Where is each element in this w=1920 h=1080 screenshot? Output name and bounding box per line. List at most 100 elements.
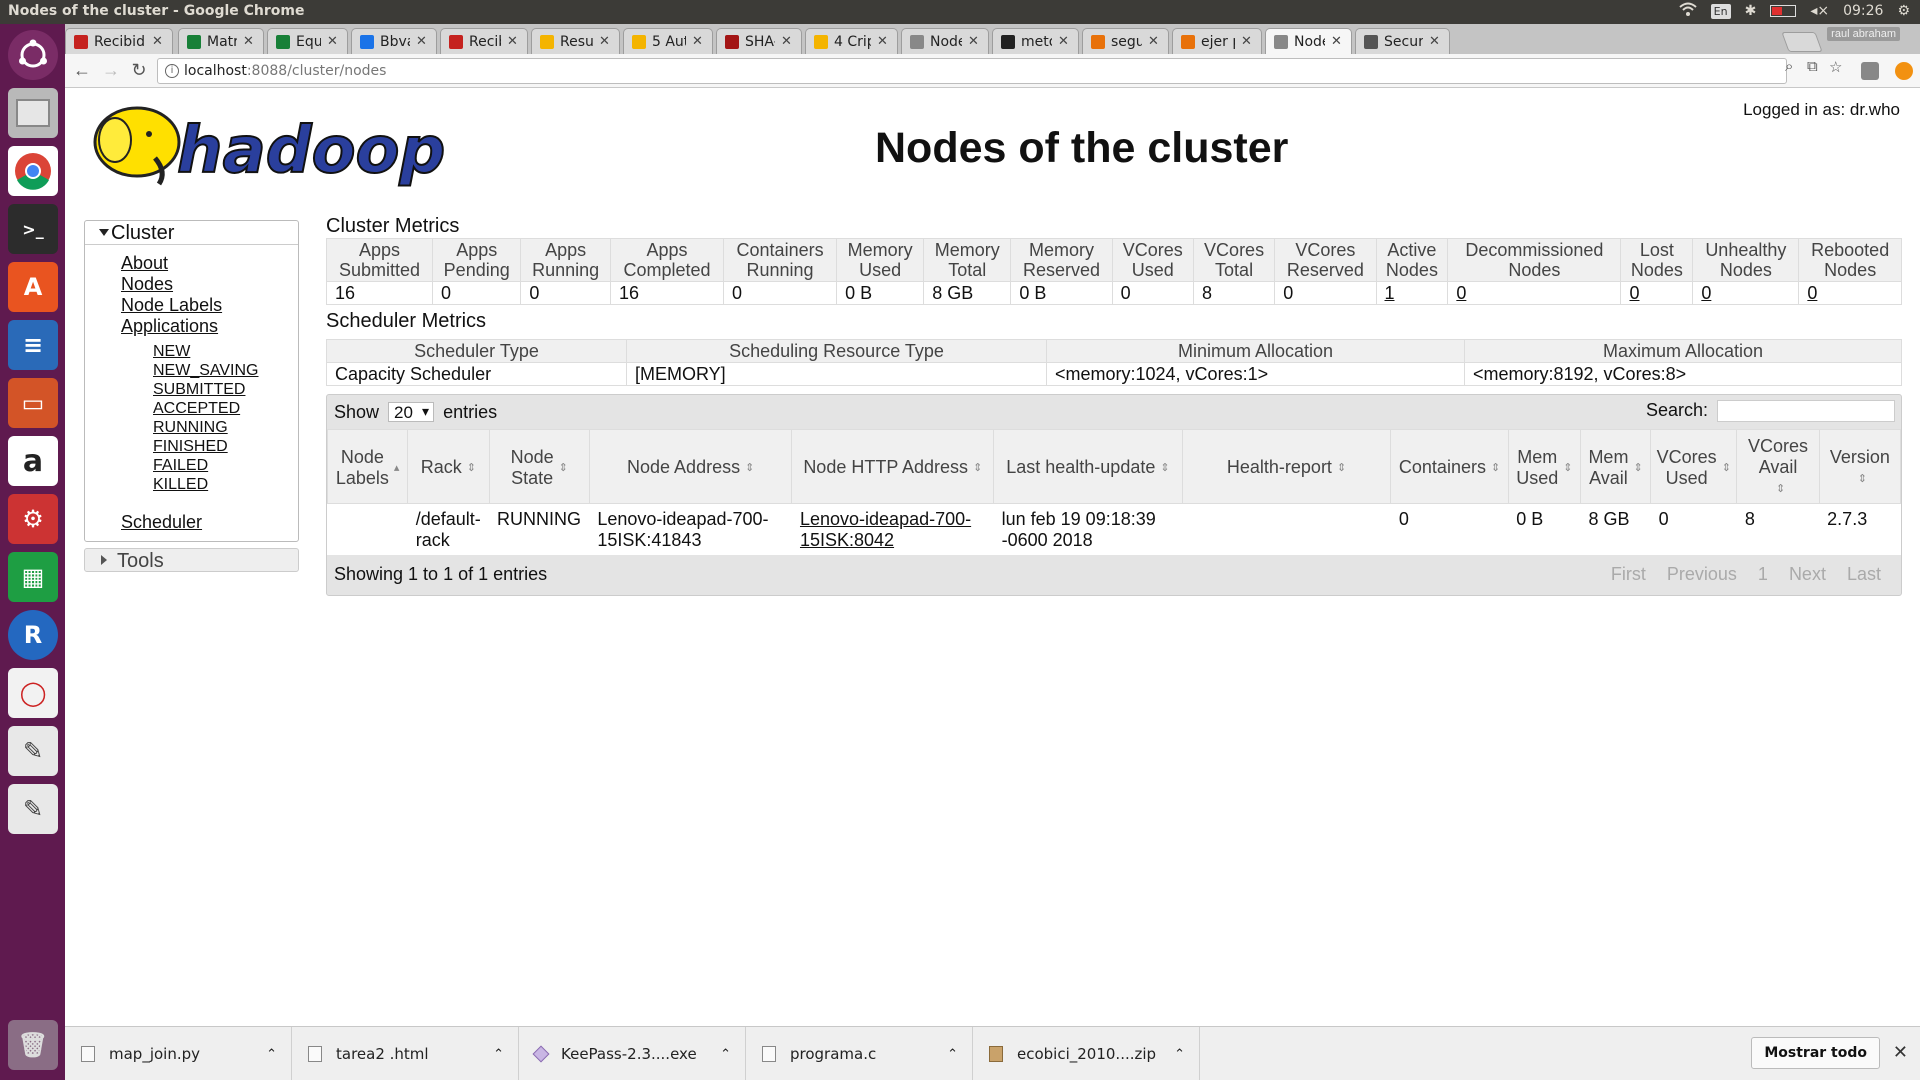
column-header[interactable]: Node HTTP Address ⇕ <box>791 429 995 504</box>
cluster-metric-value[interactable]: 0 <box>1798 281 1902 305</box>
tab-close-icon[interactable]: ✕ <box>243 34 255 49</box>
terminal-icon[interactable]: >_ <box>8 204 58 254</box>
download-item[interactable]: programa.c ⌃ <box>746 1027 973 1080</box>
chevron-up-icon[interactable]: ⌃ <box>493 1047 504 1062</box>
sort-both-icon[interactable]: ⇕ <box>467 462 476 473</box>
cluster-metric-value[interactable]: 0 <box>1692 281 1800 305</box>
sort-both-icon[interactable]: ⇕ <box>1160 462 1169 473</box>
sort-both-icon[interactable]: ⇕ <box>1858 474 1867 485</box>
chevron-up-icon[interactable]: ⌃ <box>266 1047 277 1062</box>
browser-tab[interactable]: Bbva.cc ✕ <box>351 28 437 54</box>
sort-both-icon[interactable]: ⇕ <box>1633 462 1642 473</box>
r-icon[interactable]: R <box>8 610 58 660</box>
metric-link[interactable]: 0 <box>1807 283 1817 303</box>
pager-previous[interactable]: Previous <box>1667 564 1737 584</box>
column-header[interactable]: Mem Avail ⇕ <box>1579 429 1652 504</box>
app-state-submitted[interactable]: SUBMITTED <box>153 380 298 399</box>
cluster-menu-header[interactable]: Cluster <box>85 221 298 245</box>
chevron-up-icon[interactable]: ⌃ <box>720 1047 731 1062</box>
column-header[interactable]: Last health-update ⇕ <box>993 429 1183 504</box>
browser-tab[interactable]: Recibid ✕ <box>440 28 528 54</box>
system-settings-icon[interactable]: ⚙ <box>8 494 58 544</box>
sort-both-icon[interactable]: ⇕ <box>1563 462 1572 473</box>
close-icon[interactable]: ✕ <box>1893 1042 1908 1063</box>
sort-both-icon[interactable]: ⇕ <box>1337 462 1346 473</box>
app-state-new[interactable]: NEW <box>153 342 298 361</box>
clock[interactable]: 09:26 <box>1843 3 1883 19</box>
browser-tab[interactable]: Nodes c ✕ <box>1265 28 1352 54</box>
metric-link[interactable]: 1 <box>1385 283 1395 303</box>
chrome-icon[interactable] <box>8 146 58 196</box>
cluster-metric-value[interactable]: 0 <box>1447 281 1622 305</box>
column-header[interactable]: Version ⇕ <box>1818 429 1902 504</box>
download-item[interactable]: KeePass-2.3....exe ⌃ <box>519 1027 746 1080</box>
tab-close-icon[interactable]: ✕ <box>781 34 793 49</box>
tab-close-icon[interactable]: ✕ <box>416 34 428 49</box>
tab-close-icon[interactable]: ✕ <box>968 34 980 49</box>
column-header[interactable]: VCores Used ⇕ <box>1650 429 1738 504</box>
files-icon[interactable] <box>8 88 58 138</box>
chevron-up-icon[interactable]: ⌃ <box>1174 1047 1185 1062</box>
browser-tab[interactable]: Secure ✕ <box>1355 28 1450 54</box>
cluster-metric-value[interactable]: 0 <box>1620 281 1694 305</box>
app-state-finished[interactable]: FINISHED <box>153 437 298 456</box>
text-editor-2-icon[interactable]: ✎ <box>8 784 58 834</box>
browser-tab[interactable]: 5 Auten ✕ <box>623 28 713 54</box>
impress-icon[interactable]: ▭ <box>8 378 58 428</box>
search-input[interactable] <box>1717 400 1895 423</box>
column-header[interactable]: VCores Avail ⇕ <box>1736 429 1820 504</box>
column-header[interactable]: Mem Used ⇕ <box>1507 429 1581 504</box>
extension-icon[interactable] <box>1861 62 1879 80</box>
tools-menu-header[interactable]: Tools <box>84 548 299 572</box>
hadoop-logo[interactable]: hadoop <box>85 100 460 190</box>
nav-link-applications[interactable]: Applications <box>121 316 298 337</box>
sort-both-icon[interactable]: ⇕ <box>559 462 568 473</box>
battery-icon[interactable] <box>1770 5 1797 17</box>
column-header[interactable]: Health-report ⇕ <box>1181 429 1392 504</box>
text-editor-icon[interactable]: ✎ <box>8 726 58 776</box>
nav-link-nodes[interactable]: Nodes <box>121 274 298 295</box>
sort-ascending-icon[interactable]: ▴ <box>394 462 400 473</box>
reload-icon[interactable]: ↻ <box>128 60 150 81</box>
pager-next[interactable]: Next <box>1789 564 1826 584</box>
calc-icon[interactable]: ▦ <box>8 552 58 602</box>
cell-http-address[interactable]: Lenovo-ideapad-700- 15ISK:8042 <box>792 504 994 556</box>
tab-close-icon[interactable]: ✕ <box>327 34 339 49</box>
trash-icon[interactable]: 🗑 <box>8 1020 58 1070</box>
amazon-icon[interactable]: a <box>8 436 58 486</box>
browser-tab[interactable]: SHA-1 E ✕ <box>716 28 802 54</box>
metric-link[interactable]: 0 <box>1456 283 1466 303</box>
nav-link-about[interactable]: About <box>121 253 298 274</box>
nav-link-scheduler[interactable]: Scheduler <box>121 512 298 533</box>
update-icon[interactable] <box>1895 62 1913 80</box>
metric-link[interactable]: 0 <box>1701 283 1711 303</box>
column-header[interactable]: Node State ⇕ <box>488 429 590 504</box>
new-tab-button[interactable] <box>1781 32 1823 52</box>
browser-tab[interactable]: Matriz I ✕ <box>178 28 264 54</box>
download-item[interactable]: map_join.py ⌃ <box>65 1027 292 1080</box>
back-icon[interactable]: ← <box>71 60 93 81</box>
zoom-icon[interactable]: ⌕ <box>1785 58 1793 75</box>
pdf-viewer-icon[interactable]: ◯ <box>8 668 58 718</box>
column-header[interactable]: Containers ⇕ <box>1390 429 1509 504</box>
keyboard-layout-indicator[interactable]: En <box>1710 3 1731 19</box>
bookmark-star-icon[interactable]: ☆ <box>1829 58 1842 76</box>
browser-tab[interactable]: ejer prin ✕ <box>1172 28 1262 54</box>
tab-close-icon[interactable]: ✕ <box>1058 34 1070 49</box>
sort-both-icon[interactable]: ⇕ <box>745 462 754 473</box>
column-header[interactable]: Rack ⇕ <box>407 429 490 504</box>
address-bar[interactable]: i localhost:8088/cluster/nodes <box>157 58 1787 84</box>
bluetooth-icon[interactable]: ✱ <box>1745 3 1757 19</box>
pager-last[interactable]: Last <box>1847 564 1881 584</box>
browser-tab[interactable]: metodo ✕ <box>992 28 1079 54</box>
tab-close-icon[interactable]: ✕ <box>1331 34 1343 49</box>
browser-tab[interactable]: 4 Cripto ✕ <box>805 28 898 54</box>
tab-close-icon[interactable]: ✕ <box>152 34 164 49</box>
page-size-select[interactable]: 20 <box>388 402 435 422</box>
info-icon[interactable]: i <box>165 64 179 78</box>
chevron-up-icon[interactable]: ⌃ <box>947 1047 958 1062</box>
node-http-link[interactable]: Lenovo-ideapad-700- <box>800 509 971 529</box>
tab-close-icon[interactable]: ✕ <box>1241 34 1253 49</box>
show-all-downloads-button[interactable]: Mostrar todo <box>1751 1037 1880 1069</box>
download-item[interactable]: tarea2 .html ⌃ <box>292 1027 519 1080</box>
